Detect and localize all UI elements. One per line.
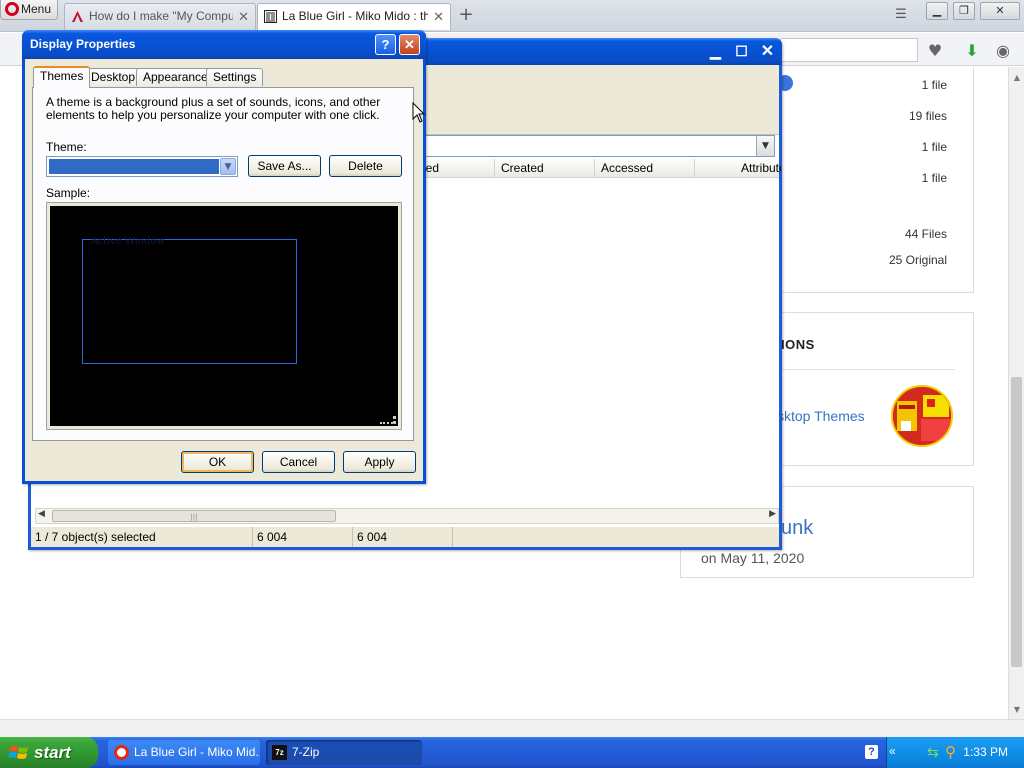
- download-icon[interactable]: ⬇: [962, 42, 982, 60]
- theme-dropdown[interactable]: ▼: [46, 156, 238, 177]
- apply-button[interactable]: Apply: [343, 451, 416, 473]
- related-heading: IONS: [781, 337, 815, 352]
- browser-tab-label: La Blue Girl - Miko Mido : ther: [282, 9, 428, 23]
- tab-close-icon[interactable]: ✕: [433, 4, 444, 29]
- status-packed: 6 004: [353, 527, 453, 547]
- delete-button[interactable]: Delete: [329, 155, 402, 177]
- ok-button[interactable]: OK: [181, 451, 254, 473]
- zip-close-button[interactable]: ✕: [757, 42, 778, 63]
- zip-maximize-button[interactable]: ☐: [731, 42, 752, 63]
- cancel-button[interactable]: Cancel: [262, 451, 335, 473]
- help-button[interactable]: ?: [375, 34, 396, 55]
- system-tray: ? « ⇆ ⚲ 1:33 PM: [865, 737, 1024, 768]
- browser-tab-how-do-i[interactable]: How do I make "My Compute ✕: [64, 3, 256, 30]
- tab-close-icon[interactable]: ✕: [238, 4, 249, 29]
- tab-desktop[interactable]: Desktop: [84, 68, 143, 86]
- network-tray-icon[interactable]: ⇆: [927, 744, 939, 761]
- scroll-up-arrow-icon[interactable]: ▲: [1009, 71, 1024, 85]
- theme-selected-value: [49, 159, 219, 174]
- column-header-modified[interactable]: ied: [417, 159, 495, 178]
- opera-menu-label: Menu: [21, 2, 52, 16]
- sample-window-title: Active Window: [91, 236, 165, 247]
- page-scroll-thumb[interactable]: [1011, 377, 1022, 667]
- taskbar-item-browser[interactable]: La Blue Girl - Miko Mid...: [108, 740, 260, 765]
- address-input[interactable]: [780, 38, 918, 62]
- dialog-title: Display Properties: [30, 37, 136, 51]
- sample-window-outline: Active Window: [82, 236, 297, 364]
- start-button[interactable]: start: [0, 737, 98, 768]
- start-label: start: [34, 743, 71, 762]
- zip-minimize-button[interactable]: ▁: [705, 42, 726, 63]
- browser-tab-bar: Menu How do I make "My Compute ✕ La Blue…: [0, 0, 1024, 32]
- opera-icon: [114, 745, 129, 760]
- heart-icon[interactable]: ♥: [925, 42, 945, 60]
- theme-label: Theme:: [46, 140, 87, 154]
- seven-zip-icon: 7z: [272, 745, 287, 760]
- theme-description: A theme is a background plus a set of so…: [46, 95, 381, 122]
- search-tray-icon[interactable]: ⚲: [945, 743, 956, 761]
- tray-clock: 1:33 PM: [963, 745, 1008, 759]
- chevron-down-icon[interactable]: ▼: [220, 158, 236, 175]
- mouse-cursor-icon: [412, 102, 426, 123]
- taskbar: start La Blue Girl - Miko Mid... 7z 7-Zi…: [0, 737, 1024, 768]
- browser-tab-label: How do I make "My Compute: [89, 9, 233, 23]
- themes-tab-panel: A theme is a background plus a set of so…: [32, 87, 414, 441]
- new-tab-button[interactable]: +: [456, 4, 476, 26]
- page-vertical-scrollbar[interactable]: ▲ ▼: [1008, 67, 1024, 719]
- display-properties-dialog: Display Properties ? ✕ Themes Desktop Ap…: [22, 30, 426, 484]
- tray-expand-icon[interactable]: «: [889, 744, 896, 758]
- theme-sample-preview: Active Window: [46, 202, 402, 430]
- file-list-horizontal-scrollbar[interactable]: ◀ ||| ▶: [35, 508, 779, 524]
- browser-restore-button[interactable]: ❐: [953, 2, 975, 20]
- site-a-favicon-icon: [72, 11, 83, 22]
- status-size: 6 004: [253, 527, 353, 547]
- tab-menu-icon[interactable]: ☰: [892, 7, 910, 23]
- tab-settings[interactable]: Settings: [206, 68, 264, 86]
- related-link[interactable]: sktop Themes: [777, 408, 865, 424]
- column-header-attributes[interactable]: Attribute: [735, 159, 781, 178]
- taskbar-item-label: La Blue Girl - Miko Mid...: [134, 745, 260, 759]
- sample-corner-icon: [380, 416, 396, 424]
- chevron-down-icon[interactable]: ▼: [756, 136, 774, 156]
- account-icon[interactable]: ◉: [993, 42, 1013, 60]
- taskbar-item-7zip[interactable]: 7z 7-Zip: [266, 740, 422, 765]
- collection-thumbnail-icon[interactable]: [891, 385, 953, 447]
- column-header-created[interactable]: Created: [495, 159, 595, 178]
- browser-tab-la-blue-girl[interactable]: La Blue Girl - Miko Mido : ther ✕: [257, 3, 451, 30]
- page-horizontal-scrollbar[interactable]: [0, 719, 1024, 737]
- opera-menu-button[interactable]: Menu: [0, 0, 58, 20]
- scroll-down-arrow-icon[interactable]: ▼: [1009, 703, 1024, 717]
- zip-status-bar: 1 / 7 object(s) selected 6 004 6 004: [31, 527, 779, 547]
- horizontal-scroll-thumb[interactable]: |||: [52, 510, 336, 522]
- column-header-accessed[interactable]: Accessed: [595, 159, 695, 178]
- tab-themes[interactable]: Themes: [33, 66, 91, 88]
- scroll-right-arrow-icon[interactable]: ▶: [769, 509, 776, 519]
- sample-label: Sample:: [46, 186, 91, 200]
- save-as-button[interactable]: Save As...: [248, 155, 321, 177]
- browser-close-button[interactable]: ✕: [980, 2, 1020, 20]
- browser-minimize-button[interactable]: ▁: [926, 2, 948, 20]
- opera-logo-icon: [5, 2, 19, 16]
- tab-appearance[interactable]: Appearance: [136, 68, 215, 86]
- scroll-left-arrow-icon[interactable]: ◀: [38, 509, 45, 519]
- archive-favicon-icon: [264, 10, 277, 23]
- dialog-titlebar[interactable]: Display Properties ? ✕: [22, 30, 426, 59]
- help-tray-icon[interactable]: ?: [865, 745, 878, 759]
- zip-path-combobox[interactable]: ▼: [421, 135, 775, 157]
- status-selected: 1 / 7 object(s) selected: [31, 527, 253, 547]
- dialog-close-button[interactable]: ✕: [399, 34, 420, 55]
- upload-date: on May 11, 2020: [701, 550, 805, 566]
- taskbar-item-label: 7-Zip: [292, 745, 320, 759]
- divider: [777, 369, 955, 370]
- windows-flag-icon: [9, 746, 28, 759]
- author-name-link[interactable]: unk: [781, 517, 813, 540]
